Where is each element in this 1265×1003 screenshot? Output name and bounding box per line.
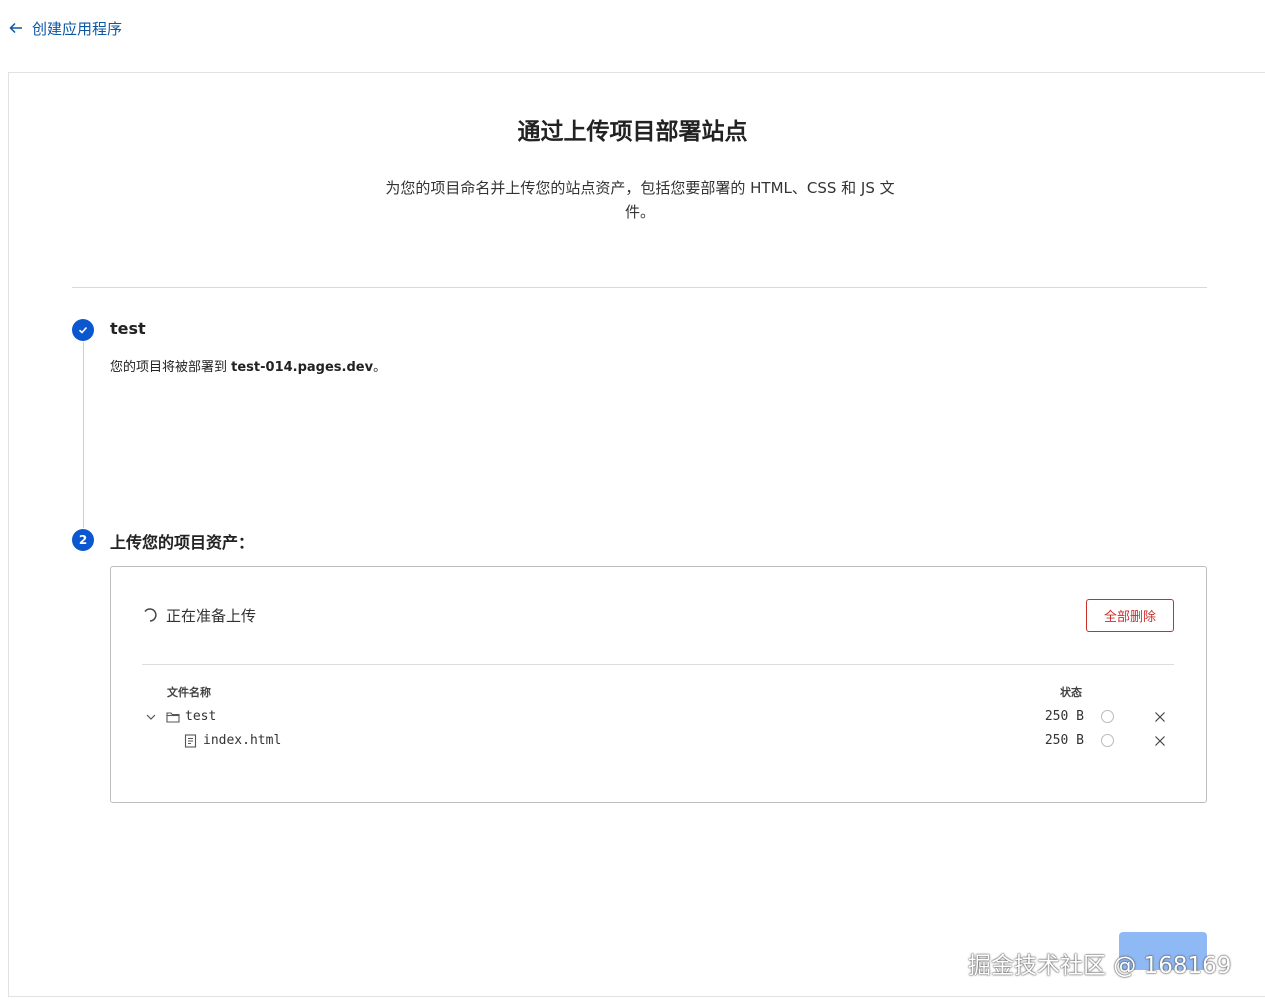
column-header-filename: 文件名称: [167, 686, 211, 699]
file-row: test 250 B: [142, 707, 1174, 729]
arrow-left-icon: [9, 22, 22, 34]
watermark: 掘金技术社区 @ 168169: [968, 953, 1232, 979]
upload-step-title: 上传您的项目资产：: [110, 533, 255, 552]
upload-status-text: 正在准备上传: [166, 606, 257, 625]
delete-all-button[interactable]: 全部删除: [1086, 599, 1174, 632]
step-complete-indicator: [72, 319, 94, 341]
deploy-target-text: 您的项目将被部署到 test-014.pages.dev。: [110, 360, 387, 375]
back-link[interactable]: 创建应用程序: [8, 16, 122, 40]
status-pending-icon: [1101, 710, 1114, 723]
step-connector: [83, 342, 84, 528]
upload-status: 正在准备上传: [142, 604, 256, 626]
file-icon: [184, 734, 197, 748]
file-size: 250 B: [1044, 709, 1084, 724]
close-icon[interactable]: [1154, 711, 1166, 723]
file-size: 250 B: [1044, 733, 1084, 748]
page-title: 通过上传项目部署站点: [517, 119, 748, 145]
back-link-label: 创建应用程序: [32, 19, 123, 38]
divider: [72, 287, 1207, 288]
close-icon[interactable]: [1154, 735, 1166, 747]
project-name: test: [110, 319, 146, 338]
step-number: 2: [72, 529, 94, 551]
file-name: test: [185, 709, 217, 724]
file-row: index.html 250 B: [142, 731, 1174, 753]
file-name: index.html: [203, 733, 282, 748]
folder-icon: [166, 712, 180, 723]
check-icon: [78, 326, 88, 334]
upload-panel: [110, 566, 1207, 803]
spinner-icon: [144, 608, 157, 622]
status-pending-icon: [1101, 734, 1114, 747]
deploy-domain: test-014.pages.dev: [231, 360, 374, 375]
upload-divider: [142, 664, 1174, 665]
page-subtitle: 为您的项目命名并上传您的站点资产，包括您要部署的 HTML、CSS 和 JS 文…: [385, 179, 895, 221]
column-header-status: 状态: [1060, 686, 1082, 699]
chevron-down-icon[interactable]: [145, 711, 157, 723]
